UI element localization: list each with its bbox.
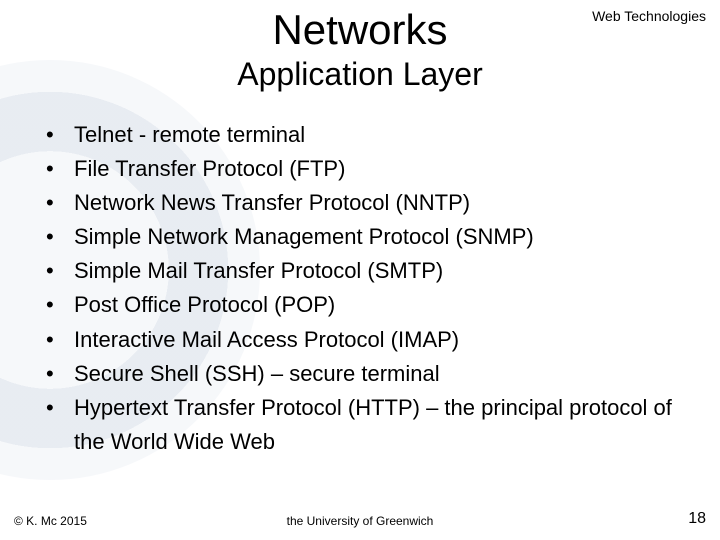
list-item: Post Office Protocol (POP) bbox=[44, 288, 690, 322]
list-item: Hypertext Transfer Protocol (HTTP) – the… bbox=[44, 391, 690, 459]
bullet-list: Telnet - remote terminal File Transfer P… bbox=[44, 118, 690, 459]
list-item: Simple Network Management Protocol (SNMP… bbox=[44, 220, 690, 254]
footer-page-number: 18 bbox=[688, 510, 706, 528]
course-label: Web Technologies bbox=[592, 8, 706, 24]
list-item: Secure Shell (SSH) – secure terminal bbox=[44, 357, 690, 391]
slide-subtitle: Application Layer bbox=[0, 56, 720, 93]
list-item: Simple Mail Transfer Protocol (SMTP) bbox=[44, 254, 690, 288]
list-item: Network News Transfer Protocol (NNTP) bbox=[44, 186, 690, 220]
footer-organization: the University of Greenwich bbox=[0, 514, 720, 528]
list-item: Telnet - remote terminal bbox=[44, 118, 690, 152]
list-item: File Transfer Protocol (FTP) bbox=[44, 152, 690, 186]
list-item: Interactive Mail Access Protocol (IMAP) bbox=[44, 323, 690, 357]
slide-container: Web Technologies Networks Application La… bbox=[0, 0, 720, 540]
